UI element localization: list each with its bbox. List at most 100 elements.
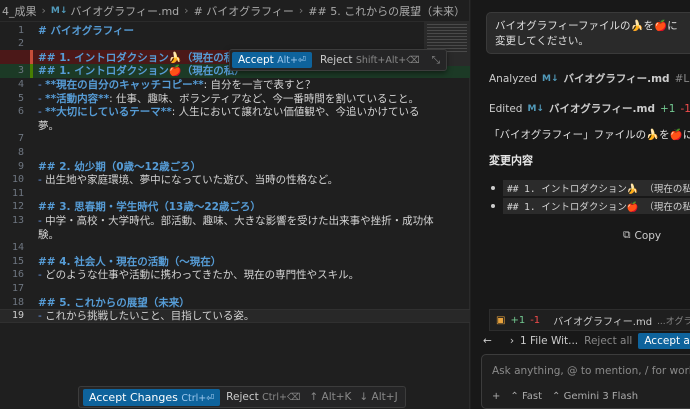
diff-hunk-toolbar: Accept Alt+⏎ Reject Shift+Alt+⌫ ⤡	[229, 49, 448, 71]
breadcrumb-file[interactable]: バイオグラフィー.md	[70, 3, 179, 19]
lines-removed: -1	[680, 102, 690, 115]
line-number: 15	[11, 255, 24, 267]
analyzed-label: Analyzed	[489, 72, 538, 85]
markdown-file-icon: M↓	[527, 103, 544, 114]
code-line[interactable]: 7	[0, 132, 470, 146]
code-line[interactable]: 10 - 出生地や家庭環境、夢中になっていた遊び、当時の性格など。	[0, 173, 470, 187]
edited-step: Edited M↓ バイオグラフィー.md +1 -1	[489, 101, 690, 116]
mode-selector[interactable]: ⌃ Fast	[510, 391, 542, 402]
markdown-file-icon: M↓	[542, 73, 559, 84]
line-number: 10	[11, 174, 24, 186]
plain-text: これから挑戦したいこと、目指している姿。	[45, 310, 255, 323]
breadcrumb-folder[interactable]: 4_成果	[2, 3, 37, 19]
bold-text: **活動内容**	[45, 92, 110, 105]
edited-file-link[interactable]: バイオグラフィー.md	[549, 101, 655, 116]
line-number: 6	[17, 106, 24, 118]
line-number: 4	[17, 78, 24, 90]
bold-text: **現在の自分のキャッチコピー**	[45, 78, 204, 91]
code-line[interactable]: 16 - どのような仕事や活動に携わってきたか、現在の専門性やスキル。	[0, 268, 470, 282]
file-actions: ← › 1 File Wit... Reject all Accept all	[483, 333, 690, 349]
line-text: - 中学・高校・大学時代。部活動、趣味、大きな影響を受けた出来事や挫折・成功体	[30, 213, 434, 228]
code-line[interactable]: 13 - 中学・高校・大学時代。部活動、趣味、大きな影響を受けた出来事や挫折・成功…	[0, 213, 470, 227]
reject-changes-button[interactable]: Reject Ctrl+⌫	[222, 389, 304, 405]
line-number: 14	[11, 242, 24, 254]
line-number: 5	[17, 92, 24, 104]
code-line[interactable]: 14	[0, 241, 470, 255]
code-line[interactable]: 1 # バイオグラフィー	[0, 23, 470, 37]
line-text: 夢。	[38, 119, 59, 132]
file-icon: ▣	[496, 314, 506, 326]
collapse-icon[interactable]: ⤡	[428, 52, 444, 69]
analyzed-range: #L1-19	[674, 72, 690, 85]
code-line[interactable]: 11	[0, 186, 470, 200]
bold-text: **大切にしているテーマ**	[45, 106, 172, 119]
files-count[interactable]: 1 File Wit...	[520, 335, 578, 347]
accept-hunk-button[interactable]: Accept Alt+⏎	[232, 52, 312, 68]
input-toolbar: + ⌃ Fast ⌃ Gemini 3 Flash	[492, 391, 638, 402]
line-number: 19	[11, 310, 24, 322]
deleted-gutter-marker	[30, 50, 33, 65]
code-line[interactable]: 6 - **大切にしているテーマ**: 人生において譲れない価値観や、今追いかけて…	[0, 105, 470, 119]
back-icon[interactable]: ←	[483, 335, 492, 347]
next-change-button[interactable]: ↓ Alt+J	[356, 391, 400, 403]
files-toggle-icon[interactable]: ›	[510, 335, 514, 347]
breadcrumb-heading2[interactable]: ## 5. これからの展望（未来）	[308, 3, 465, 19]
code-line[interactable]: 5- **活動内容**: 仕事、趣味、ボランティアなど、今一番時間を割いているこ…	[0, 91, 470, 105]
code-line[interactable]: 9 ## 2. 幼少期（0歳〜12歳ごろ）	[0, 159, 470, 173]
analyzed-file-link[interactable]: バイオグラフィー.md	[564, 71, 670, 86]
changed-file-row[interactable]: ▣ +1 -1 バイオグラフィー.md ...オグラフィー.md	[489, 309, 690, 331]
line-text: - **大切にしているテーマ**: 人生において譲れない価値観や、今追いかけてい…	[30, 104, 420, 119]
plain-text: : 人生において譲れない価値観や、今追いかけている	[171, 106, 420, 119]
edited-label: Edited	[489, 102, 523, 115]
code-line[interactable]: 4- **現在の自分のキャッチコピー**: 自分を一言で表すと？	[0, 77, 470, 91]
line-number: 12	[11, 201, 24, 213]
line-number: 8	[17, 146, 24, 158]
code-line[interactable]: 18 ## 5. これからの展望（未来）	[0, 295, 470, 309]
breadcrumb-heading1[interactable]: # バイオグラフィー	[194, 3, 294, 19]
editor-pane: 4_成果 › M↓ バイオグラフィー.md › # バイオグラフィー › ## …	[0, 0, 470, 409]
code-line[interactable]: 19 - これから挑戦したいこと、目指している姿。	[0, 308, 470, 323]
assistant-reply: 「バイオグラフィー」ファイルの🍌を🍎に変更しました。	[489, 129, 690, 141]
plain-text: 出生地や家庭環境、夢中になっていた遊び、当時の性格など。	[45, 174, 339, 187]
reject-hunk-button[interactable]: Reject Shift+Alt+⌫	[316, 52, 424, 68]
code-line[interactable]: 験。	[0, 227, 470, 241]
code-line[interactable]: 12 ## 3. 思春期・学生時代（13歳〜22歳ごろ）	[0, 200, 470, 214]
code-line[interactable]: 夢。	[0, 118, 470, 132]
plain-text: : 仕事、趣味、ボランティアなど、今一番時間を割いていること。	[109, 92, 420, 105]
accept-all-button[interactable]: Accept all	[638, 333, 690, 349]
copy-icon: ⧉	[623, 229, 631, 241]
line-text: - 出生地や家庭環境、夢中になっていた遊び、当時の性格など。	[30, 172, 338, 187]
code-chip: ## 1. イントロダクション🍌 （現在の私）	[503, 180, 690, 196]
copy-button[interactable]: ⧉ Copy	[623, 229, 661, 242]
plain-text: どのような仕事や活動に携わってきたか、現在の専門性やスキル。	[45, 269, 360, 282]
line-number: 7	[17, 133, 24, 145]
copy-label: Copy	[634, 229, 662, 242]
code-line[interactable]: 8	[0, 145, 470, 159]
plain-text: : 自分を一言で表すと？	[203, 78, 316, 91]
line-text: - どのような仕事や活動に携わってきたか、現在の専門性やスキル。	[30, 267, 359, 282]
line-number: 1	[17, 24, 24, 36]
list-item: ## 1. イントロダクション🍎 （現在の私）	[491, 198, 690, 214]
model-selector[interactable]: ⌃ Gemini 3 Flash	[552, 391, 638, 402]
analyzed-step: Analyzed M↓ バイオグラフィー.md #L1-19	[489, 71, 690, 86]
line-number: 13	[11, 214, 24, 226]
plain-text: 中学・高校・大学時代。部活動、趣味、大きな影響を受けた出来事や挫折・成功体	[45, 214, 434, 227]
chat-panel: バイオグラフィーファイルの🍌を🍎に変更してください。 Analyzed M↓ バ…	[471, 0, 690, 409]
line-text: - これから挑戦したいこと、目指している姿。	[30, 308, 254, 323]
changed-file-path: ...オグラフィー.md	[657, 316, 690, 327]
code-line[interactable]: 15 ## 4. 社会人・現在の活動（〜現在）	[0, 254, 470, 268]
add-context-icon[interactable]: +	[492, 391, 500, 402]
accept-changes-button[interactable]: Accept Changes Ctrl+⏎	[83, 388, 221, 406]
chat-input[interactable]: Ask anything, @ to mention, / for workfl…	[481, 354, 690, 409]
reject-all-button[interactable]: Reject all	[584, 335, 632, 347]
chevron-right-icon: ›	[184, 4, 189, 17]
changed-file-name: バイオグラフィー.md	[553, 316, 653, 328]
file-lines-removed: -1	[530, 314, 541, 326]
chevron-right-icon: ›	[41, 4, 46, 17]
diff-review-bar: Accept Changes Ctrl+⏎ Reject Ctrl+⌫ ↑ Al…	[78, 386, 406, 408]
previous-change-button[interactable]: ↑ Alt+K	[306, 391, 354, 403]
code-line[interactable]: 17	[0, 281, 470, 295]
line-number: 9	[17, 160, 24, 172]
lines-added: +1	[660, 102, 676, 115]
bullet-icon	[491, 186, 495, 190]
